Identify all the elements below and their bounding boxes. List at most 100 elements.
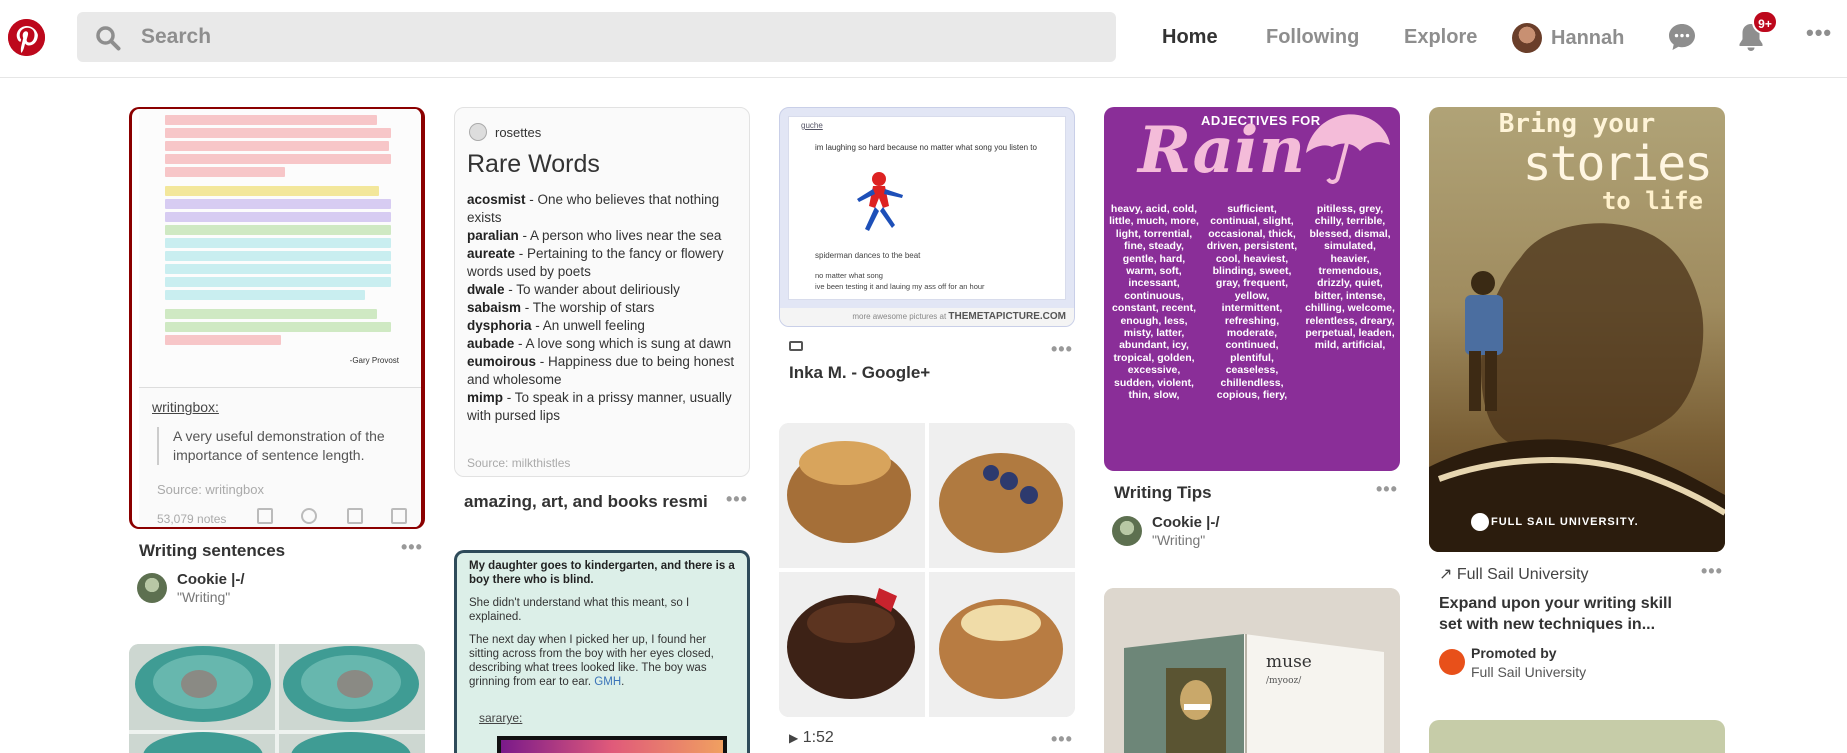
- rare-words-list: acosmist - One who believes that nothing…: [467, 191, 743, 425]
- spiderman-figure: [857, 172, 903, 231]
- play-icon: ▶: [789, 731, 799, 745]
- messages-icon[interactable]: [1665, 20, 1699, 54]
- pin-image[interactable]: guche im laughing so hard because no mat…: [779, 107, 1075, 327]
- umbrella-icon: [1306, 114, 1390, 184]
- reblog-icon: [301, 508, 317, 524]
- story-text: My daughter goes to kindergarten, and th…: [469, 560, 735, 688]
- adjective-column: pitiless, grey, chilly, terrible, blesse…: [1305, 203, 1395, 352]
- avatar: [1112, 516, 1142, 546]
- tumblr-source: Source: writingbox: [157, 482, 264, 497]
- avatar: [1439, 649, 1465, 675]
- word-entry: paralian - A person who lives near the s…: [467, 228, 722, 243]
- image-footer: more awesome pictures at THEMETAPICTURE.…: [780, 308, 1074, 326]
- ad-headline-line: Bring your: [1498, 109, 1656, 139]
- search-icon: [96, 26, 121, 51]
- pin-more-icon[interactable]: •••: [1376, 479, 1398, 500]
- pancakes-photo: [779, 423, 1075, 717]
- avatar: [469, 123, 487, 141]
- pinterest-logo[interactable]: [8, 19, 45, 56]
- pin-title[interactable]: Writing Tips: [1114, 483, 1212, 503]
- promoted-link[interactable]: ↗ Full Sail University: [1439, 564, 1588, 584]
- pin-more-icon[interactable]: •••: [726, 489, 748, 510]
- pin-title[interactable]: Inka M. - Google+: [789, 363, 930, 383]
- pinterest-logo-icon: [8, 19, 45, 56]
- pin-more-icon[interactable]: •••: [1701, 561, 1723, 582]
- arrow-up-right-icon: ↗: [1439, 566, 1453, 583]
- pin-more-icon[interactable]: •••: [401, 537, 423, 558]
- pin-image[interactable]: muse /myooz/: [1104, 588, 1400, 753]
- tumblr-caption: writingbox: A very useful demonstration …: [139, 388, 421, 527]
- ad-brand: FULL SAIL UNIVERSITY.: [1491, 516, 1639, 528]
- pin-image[interactable]: -Gary Provost writingbox: A very useful …: [129, 107, 425, 529]
- ad-headline-line: to life: [1601, 187, 1703, 215]
- nav-home[interactable]: Home: [1162, 26, 1218, 49]
- pin-partial[interactable]: [1429, 720, 1725, 753]
- post-text: no matter what song ive been testing it a…: [815, 271, 985, 291]
- trash-icon: [347, 508, 363, 524]
- pin-rare-words[interactable]: rosettes Rare Words acosmist - One who b…: [454, 107, 750, 517]
- word-entry: acosmist - One who believes that nothing…: [467, 192, 720, 225]
- word-entry: sabaism - The worship of stars: [467, 300, 655, 315]
- tumblr-user[interactable]: writingbox:: [152, 399, 219, 415]
- pin-image[interactable]: [129, 644, 425, 753]
- search-bar[interactable]: [77, 12, 1116, 62]
- pin-full-sail-promoted[interactable]: Bring your stories to life FULL SAIL UNI…: [1429, 107, 1725, 680]
- pin-seals[interactable]: [129, 644, 425, 753]
- adjective-column: sufficient, continual, slight, occasiona…: [1206, 203, 1298, 402]
- pin-title[interactable]: Writing sentences: [139, 541, 285, 561]
- definition-word: muse: [1266, 652, 1312, 672]
- pin-spiderman[interactable]: guche im laughing so hard because no mat…: [779, 107, 1075, 387]
- promoter-name[interactable]: Full Sail University: [1471, 664, 1586, 680]
- pin-image[interactable]: Bring your stories to life FULL SAIL UNI…: [1429, 107, 1725, 552]
- word-entry: dwale - To wander about deliriously: [467, 282, 680, 297]
- pinner-name: Cookie |-/: [1152, 514, 1220, 531]
- board-name: "Writing": [177, 589, 231, 605]
- pin-more-icon[interactable]: •••: [1051, 729, 1073, 750]
- edit-icon: [391, 508, 407, 524]
- word-entry: dysphoria - An unwell feeling: [467, 318, 645, 333]
- nav-explore[interactable]: Explore: [1404, 26, 1477, 49]
- pin-adjectives-rain[interactable]: ADJECTIVES FOR Rain heavy, acid, cold, l…: [1104, 107, 1400, 552]
- screenshot-card: guche im laughing so hard because no mat…: [788, 116, 1066, 300]
- post-text: im laughing so hard because no matter wh…: [815, 143, 1037, 152]
- user-name: Hannah: [1551, 27, 1625, 49]
- ad-headline-line: stories: [1522, 136, 1713, 192]
- pin-muse[interactable]: muse /myooz/: [1104, 588, 1400, 753]
- nav-following[interactable]: Following: [1266, 26, 1359, 49]
- pin-image[interactable]: rosettes Rare Words acosmist - One who b…: [454, 107, 750, 477]
- pin-more-icon[interactable]: •••: [1051, 339, 1073, 360]
- avatar: [137, 573, 167, 603]
- promoted-by-label: Promoted by: [1471, 645, 1557, 661]
- pinner-name: Cookie |-/: [177, 571, 245, 588]
- pin-image[interactable]: My daughter goes to kindergarten, and th…: [454, 550, 750, 753]
- poster-name: rosettes: [495, 125, 542, 140]
- tumblr-user[interactable]: sararye:: [479, 711, 522, 725]
- word-entry: aubade - A love song which is sung at da…: [467, 336, 732, 351]
- pin-title[interactable]: Expand upon your writing skill set with …: [1439, 593, 1689, 635]
- link-icon: [789, 341, 803, 351]
- definition-pronunciation: /myooz/: [1266, 676, 1302, 686]
- pin-writing-sentences[interactable]: -Gary Provost writingbox: A very useful …: [129, 107, 425, 607]
- tumblr-notes: 53,079 notes: [157, 512, 227, 526]
- pin-image[interactable]: ADJECTIVES FOR Rain heavy, acid, cold, l…: [1104, 107, 1400, 471]
- pin-kindergarten-story[interactable]: My daughter goes to kindergarten, and th…: [454, 550, 750, 753]
- image-heading: Rare Words: [467, 150, 600, 178]
- pin-pancakes[interactable]: ▶ 1:52 •••: [779, 423, 1075, 753]
- word-entry: mimp - To speak in a prissy manner, usua…: [467, 390, 732, 423]
- pin-video-thumbnail[interactable]: [779, 423, 1075, 717]
- board-name: "Writing": [1152, 532, 1206, 548]
- notification-badge: 9+: [1752, 10, 1778, 34]
- word-entry: eumoirous - Happiness due to being hones…: [467, 354, 735, 387]
- search-input[interactable]: [141, 12, 1101, 62]
- video-duration: ▶ 1:52: [789, 729, 834, 746]
- full-sail-logo: [1471, 513, 1489, 531]
- pin-image[interactable]: [1429, 720, 1725, 753]
- adjective-column: heavy, acid, cold, little, much, more, l…: [1109, 203, 1199, 402]
- quote-author: -Gary Provost: [349, 356, 399, 365]
- image-title-word: Rain: [1138, 113, 1305, 188]
- avatar: [1512, 23, 1542, 53]
- more-options-icon[interactable]: •••: [1806, 20, 1832, 46]
- pin-title[interactable]: amazing, art, and books resmi: [464, 492, 708, 512]
- image-source: Source: milkthistles: [467, 456, 571, 470]
- story-photo: [497, 736, 727, 753]
